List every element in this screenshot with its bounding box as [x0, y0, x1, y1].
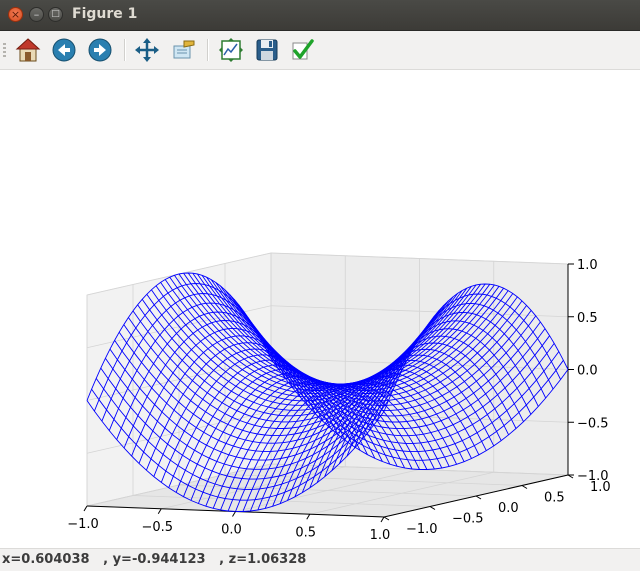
y-tick — [383, 516, 390, 521]
zoom-button[interactable] — [168, 35, 198, 65]
floppy-icon — [256, 39, 278, 61]
x-tick-label: −0.5 — [141, 520, 173, 535]
figure-canvas[interactable]: −1.0 −1.0 −0.5 −0.5 0.0 0.0 0.5 0.5 1.0 1.0 1.0 0.5… — [0, 70, 640, 548]
z-tick-label: 0.5 — [577, 311, 598, 326]
x-tick — [83, 505, 88, 512]
x-tick — [306, 513, 311, 520]
x-tick — [157, 508, 162, 515]
home-icon — [15, 38, 41, 62]
checkmark-icon — [292, 39, 314, 60]
back-button[interactable] — [49, 35, 79, 65]
zoom-rect-icon — [173, 40, 195, 59]
plot-svg[interactable]: −1.0 −1.0−0.5−0.50.00.00.50.51.01.01.00.5… — [0, 70, 640, 548]
x-tick-label: −1.0 — [67, 517, 99, 532]
forward-button[interactable] — [85, 35, 115, 65]
home-button[interactable] — [13, 35, 43, 65]
edit-button[interactable] — [287, 35, 317, 65]
z-tick-label: −0.5 — [577, 416, 609, 431]
y-tick — [475, 495, 482, 500]
x-tick-label: 0.0 — [221, 523, 242, 538]
y-tick-label: −0.5 — [452, 512, 484, 527]
statusbar: x=0.604038 , y=-0.944123 , z=1.06328 — [0, 548, 640, 571]
x-tick — [380, 516, 385, 523]
toolbar-grip[interactable] — [3, 43, 6, 57]
window-minimize-button[interactable]: – — [29, 7, 44, 22]
cursor-coordinates: x=0.604038 , y=-0.944123 , z=1.06328 — [2, 552, 307, 567]
toolbar-separator — [124, 39, 126, 61]
pan-button[interactable] — [132, 35, 162, 65]
x-tick-label: 1.0 — [370, 528, 391, 543]
z-tick-label: 0.0 — [577, 364, 598, 379]
y-tick — [429, 506, 436, 510]
arrow-left-icon — [52, 38, 76, 62]
z-tick-label: −1.0 — [577, 469, 609, 484]
y-tick-label: 0.0 — [498, 501, 519, 516]
toolbar — [0, 31, 640, 70]
x-tick — [232, 511, 236, 517]
window-close-button[interactable]: × — [8, 7, 23, 22]
move-icon — [135, 38, 159, 62]
window-title: Figure 1 — [72, 6, 138, 22]
z-tick-label: 1.0 — [577, 258, 598, 273]
y-tick-label: −1.0 — [406, 522, 438, 537]
subplots-button[interactable] — [216, 35, 246, 65]
window-titlebar: × – □ Figure 1 — [0, 0, 640, 31]
window-maximize-button[interactable]: □ — [48, 7, 63, 22]
toolbar-separator — [207, 39, 209, 61]
subplots-config-icon — [219, 38, 243, 62]
arrow-right-icon — [88, 38, 112, 62]
y-tick-label: 0.5 — [544, 491, 565, 506]
save-button[interactable] — [252, 35, 282, 65]
y-tick — [521, 485, 528, 489]
x-tick-label: 0.5 — [295, 525, 316, 540]
